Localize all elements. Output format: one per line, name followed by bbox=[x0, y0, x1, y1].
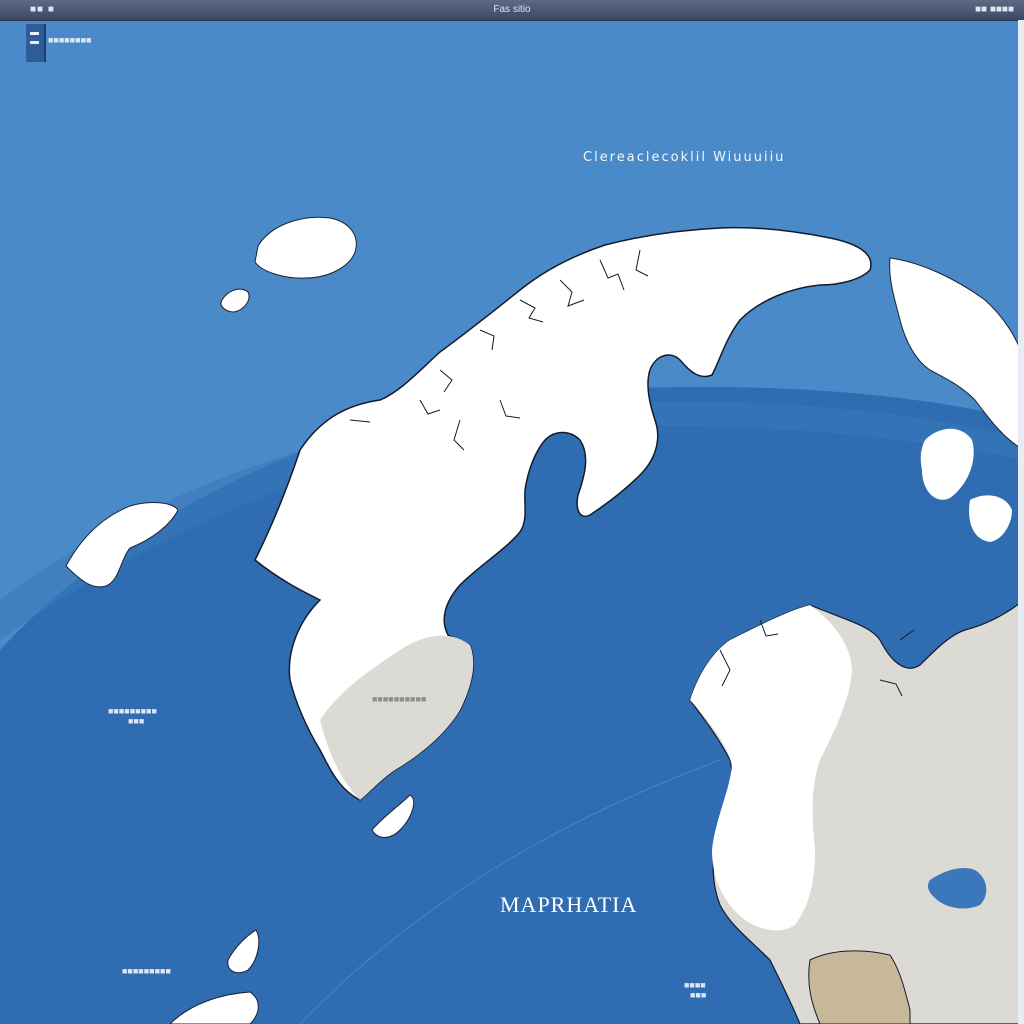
map-tool-handle[interactable] bbox=[26, 24, 46, 62]
map-canvas[interactable] bbox=[0, 0, 1024, 1024]
region-label: MAPRHATIA bbox=[500, 892, 638, 917]
tool-tick bbox=[30, 32, 39, 35]
corner-label: ■■■■■■■■ bbox=[48, 35, 92, 45]
land-label-center: ■■■■■■■■■■ bbox=[372, 694, 427, 704]
south-right-sub-label: ■■■ bbox=[690, 990, 707, 1000]
west-sub-label: ■■■ bbox=[128, 716, 145, 726]
window-titlebar: ■■ ■ Fas sitio ■■ ■■■■ bbox=[0, 0, 1024, 21]
tool-tick bbox=[30, 41, 39, 44]
west-label: ■■■■■■■■■ bbox=[108, 706, 157, 716]
titlebar-right-text: ■■ ■■■■ bbox=[974, 4, 1014, 15]
ocean-title-label: Clereaclecoklil Wiuuuiiu bbox=[583, 150, 786, 165]
south-right-label: ■■■■ bbox=[684, 980, 706, 990]
south-left-label: ■■■■■■■■■ bbox=[122, 966, 171, 976]
map-app: ■■ ■ Fas sitio ■■ ■■■■ ■■■■■■■■ Clereacl… bbox=[0, 0, 1024, 1024]
window-title: Fas sitio bbox=[493, 4, 531, 15]
map-right-edge bbox=[1018, 20, 1024, 1024]
